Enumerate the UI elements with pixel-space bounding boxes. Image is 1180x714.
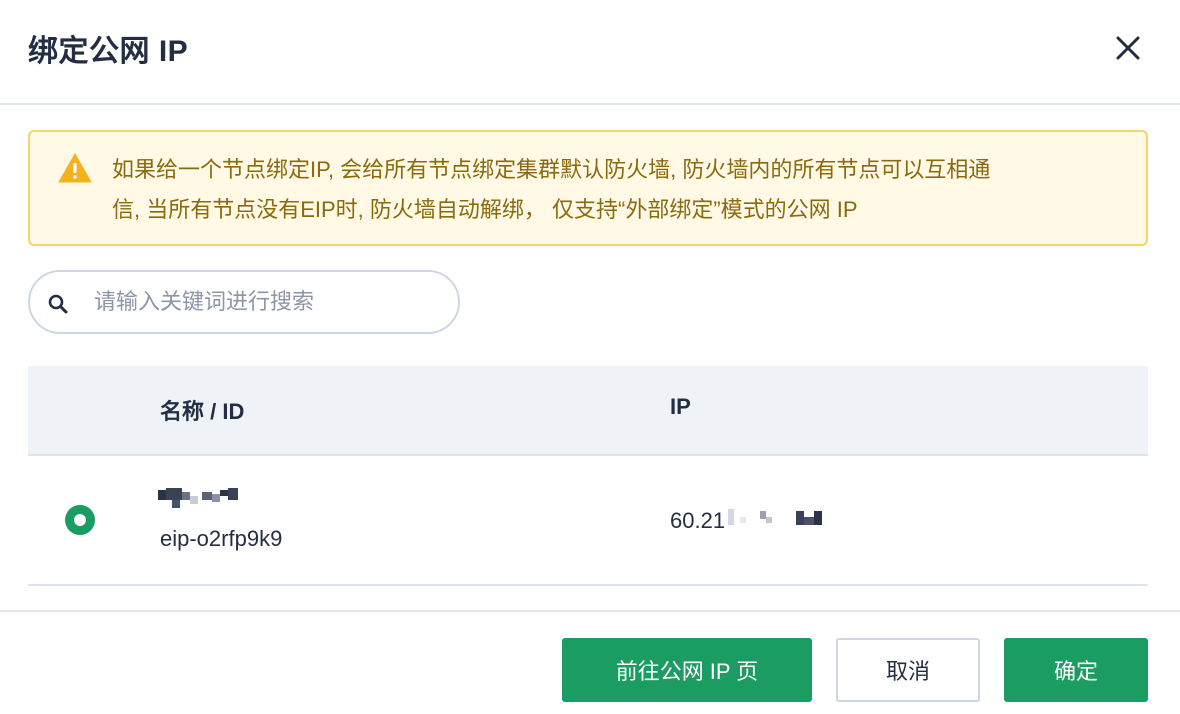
masked-name <box>158 488 238 508</box>
column-header-ip: IP <box>670 394 691 419</box>
search-icon <box>48 294 68 314</box>
confirm-button[interactable]: 确定 <box>1004 638 1148 702</box>
table-header: 名称 / ID IP <box>28 366 1148 456</box>
warning-text-line-2: 信, 当所有节点没有EIP时, 防火墙自动解绑， 仅支持“外部绑定”模式的公网 … <box>112 197 858 222</box>
table-row[interactable]: eip-o2rfp9k9 60.21 <box>28 456 1148 586</box>
column-header-name-id: 名称 / ID <box>160 399 245 424</box>
search-box[interactable] <box>28 270 460 334</box>
dialog-footer: 前往公网 IP 页 取消 确定 <box>0 610 1180 714</box>
goto-public-ip-page-button[interactable]: 前往公网 IP 页 <box>562 638 812 702</box>
close-icon <box>1116 36 1140 60</box>
cancel-button[interactable]: 取消 <box>836 638 980 702</box>
warning-alert: 如果给一个节点绑定IP, 会给所有节点绑定集群默认防火墙, 防火墙内的所有节点可… <box>28 130 1148 246</box>
radio-selected-icon[interactable] <box>65 505 95 535</box>
dialog-header: 绑定公网 IP <box>0 0 1180 105</box>
dialog-title: 绑定公网 IP <box>28 35 189 68</box>
radio-dot <box>74 514 86 526</box>
masked-ip <box>728 509 822 525</box>
warning-text-line-1: 如果给一个节点绑定IP, 会给所有节点绑定集群默认防火墙, 防火墙内的所有节点可… <box>112 157 991 182</box>
warning-text: 如果给一个节点绑定IP, 会给所有节点绑定集群默认防火墙, 防火墙内的所有节点可… <box>112 150 1112 230</box>
ip-address: 60.21 <box>670 508 726 533</box>
close-button[interactable] <box>1108 28 1148 68</box>
eip-id: eip-o2rfp9k9 <box>160 526 283 551</box>
warning-icon <box>58 153 92 183</box>
search-input[interactable] <box>94 284 444 320</box>
